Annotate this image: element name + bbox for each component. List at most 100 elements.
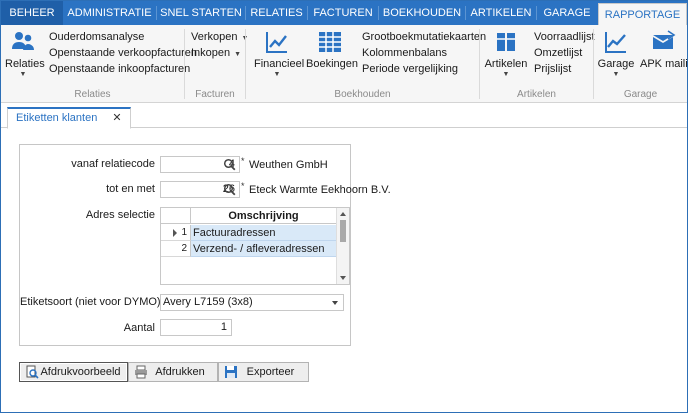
artikelen-label: Artikelen [484, 58, 528, 70]
financieel-label: Financieel [254, 58, 305, 70]
financieel-button[interactable]: Financieel ▼ [254, 29, 305, 79]
afdrukvoorbeeld-label: Afdrukvoorbeeld [40, 366, 121, 378]
apk-mailing-button[interactable]: APK mailin [640, 29, 688, 70]
ribbon: Relaties ▼ Ouderdomsanalyse Openstaande … [1, 25, 687, 103]
table-cell-omschrijving[interactable]: Verzend- / afleveradressen [191, 241, 336, 257]
group-facturen: Verkopen▼ Inkopen▼ Facturen [185, 25, 248, 103]
table-grid-icon [319, 32, 341, 52]
document-tab-etiketten-klanten[interactable]: Etiketten klanten ✕ [7, 107, 131, 129]
vanaf-relatie-name: Weuthen GmbH [249, 159, 328, 171]
table-row[interactable]: 1 Factuuradressen [161, 225, 336, 241]
boxes-icon [497, 33, 515, 51]
current-row-icon [173, 229, 177, 237]
group-label-artikelen: Artikelen [517, 89, 556, 100]
chevron-down-icon: ▼ [502, 71, 510, 78]
close-icon[interactable]: ✕ [112, 112, 121, 124]
mail-send-icon [653, 30, 676, 49]
search-icon[interactable] [223, 183, 237, 197]
tab-administratie[interactable]: ADMINISTRATIE [63, 1, 156, 25]
group-label-garage: Garage [623, 89, 658, 100]
chevron-down-icon: ▼ [273, 71, 281, 78]
group-label-relaties: Relaties [74, 89, 111, 100]
table-row[interactable]: 2 Verzend- / afleveradressen [161, 241, 336, 257]
chevron-down-icon: ▼ [234, 51, 242, 58]
afdrukvoorbeeld-button[interactable]: Afdrukvoorbeeld [19, 362, 128, 382]
tot-en-met-label: tot en met [106, 183, 155, 195]
line-chart-icon [266, 32, 287, 53]
afdrukken-button[interactable]: Afdrukken [128, 362, 218, 382]
row-number: 1 [181, 227, 187, 238]
ouderdomsanalyse-button[interactable]: Ouderdomsanalyse [49, 30, 144, 45]
group-relaties: Relaties ▼ Ouderdomsanalyse Openstaande … [1, 25, 197, 103]
group-artikelen: Artikelen ▼ Voorraadlijst Omzetlijst Pri… [480, 25, 595, 103]
exporteer-label: Exporteer [246, 366, 295, 378]
search-icon[interactable] [223, 158, 237, 172]
garage-button[interactable]: Garage ▼ [596, 29, 636, 79]
scroll-down-icon[interactable] [340, 276, 346, 280]
garage-label: Garage [597, 58, 635, 70]
etiketsoort-select[interactable]: Avery L7159 (3x8) [160, 294, 344, 311]
scroll-thumb[interactable] [340, 220, 346, 242]
inkopen-dropdown[interactable]: Inkopen ▼ [191, 46, 241, 61]
row-indicator: 1 [161, 225, 191, 241]
grid-scrollbar[interactable] [336, 208, 349, 284]
tab-artikelen[interactable]: ARTIKELEN [466, 1, 536, 25]
periode-vergelijking-button[interactable]: Periode vergelijking [362, 62, 458, 77]
ribbon-tab-bar: BEHEER ADMINISTRATIE SNEL STARTEN RELATI… [1, 1, 687, 25]
grid-column-header-omschrijving[interactable]: Omschrijving [191, 208, 336, 224]
group-boekhouden: Financieel ▼ Boekingen Grootboekmutatiek… [246, 25, 486, 103]
afdrukken-label: Afdrukken [155, 366, 205, 378]
required-marker: * [241, 181, 245, 191]
openstaande-inkoopfacturen-button[interactable]: Openstaande inkoopfacturen [49, 62, 190, 77]
grid-header: Omschrijving [161, 208, 336, 224]
application-window: BEHEER ADMINISTRATIE SNEL STARTEN RELATI… [0, 0, 688, 413]
row-number: 2 [181, 243, 187, 254]
apk-mailing-label: APK mailin [640, 58, 688, 70]
grid-row-header-corner [161, 208, 191, 224]
boekingen-button[interactable]: Boekingen [306, 29, 358, 70]
relaties-label: Relaties [5, 58, 45, 70]
table-cell-omschrijving[interactable]: Factuuradressen [191, 225, 336, 241]
inkopen-label: Inkopen [191, 47, 231, 59]
document-tab-strip: Etiketten klanten ✕ [1, 104, 687, 129]
tab-snel-starten[interactable]: SNEL STARTEN [157, 1, 245, 25]
exporteer-button[interactable]: Exporteer [218, 362, 309, 382]
people-icon [12, 32, 34, 50]
chevron-down-icon[interactable] [332, 301, 338, 305]
tot-en-met-relatie-name: Eteck Warmte Eekhoorn B.V. [249, 184, 391, 196]
voorraadlijst-button[interactable]: Voorraadlijst [534, 30, 595, 45]
aantal-label: Aantal [123, 322, 155, 334]
tab-facturen[interactable]: FACTUREN [308, 1, 378, 25]
tab-rapportage[interactable]: RAPPORTAGE [598, 3, 687, 25]
etiketsoort-label: Etiketsoort (niet voor DYMO) [20, 296, 161, 308]
tab-relaties[interactable]: RELATIES [246, 1, 307, 25]
verkopen-dropdown[interactable]: Verkopen▼ [191, 30, 248, 45]
adres-selectie-label: Adres selectie [85, 209, 155, 221]
tab-beheer[interactable]: BEHEER [1, 1, 63, 25]
etiketten-form-panel: vanaf relatiecode 4 * Weuthen GmbH tot e… [19, 144, 391, 346]
chart-icon [605, 32, 626, 53]
verkopen-label: Verkopen [191, 31, 238, 43]
group-label-facturen: Facturen [195, 89, 235, 100]
group-label-boekhouden: Boekhouden [334, 89, 391, 100]
prijslijst-button[interactable]: Prijslijst [534, 62, 571, 77]
row-indicator: 2 [161, 241, 191, 257]
grootboekmutatiekaarten-button[interactable]: Grootboekmutatiekaarten [362, 30, 486, 45]
vanaf-relatiecode-label: vanaf relatiecode [71, 158, 155, 170]
chevron-down-icon: ▼ [19, 71, 27, 78]
aantal-input[interactable]: 1 [160, 319, 232, 336]
kolommenbalans-button[interactable]: Kolommenbalans [362, 46, 447, 61]
required-marker: * [241, 156, 245, 166]
chevron-down-icon: ▼ [612, 71, 620, 78]
relaties-button[interactable]: Relaties ▼ [5, 29, 45, 79]
tab-boekhouden[interactable]: BOEKHOUDEN [379, 1, 465, 25]
omzetlijst-button[interactable]: Omzetlijst [534, 46, 582, 61]
tab-garage[interactable]: GARAGE [537, 1, 597, 25]
artikelen-button[interactable]: Artikelen ▼ [484, 29, 528, 79]
document-tab-label: Etiketten klanten [16, 112, 98, 124]
boekingen-label: Boekingen [306, 58, 358, 70]
openstaande-verkoopfacturen-button[interactable]: Openstaande verkoopfacturen [49, 46, 197, 61]
adres-selectie-grid[interactable]: Omschrijving 1 Factuuradressen 2 Verzend… [160, 207, 350, 285]
scroll-up-icon[interactable] [340, 212, 346, 216]
etiketsoort-value: Avery L7159 (3x8) [163, 296, 253, 308]
